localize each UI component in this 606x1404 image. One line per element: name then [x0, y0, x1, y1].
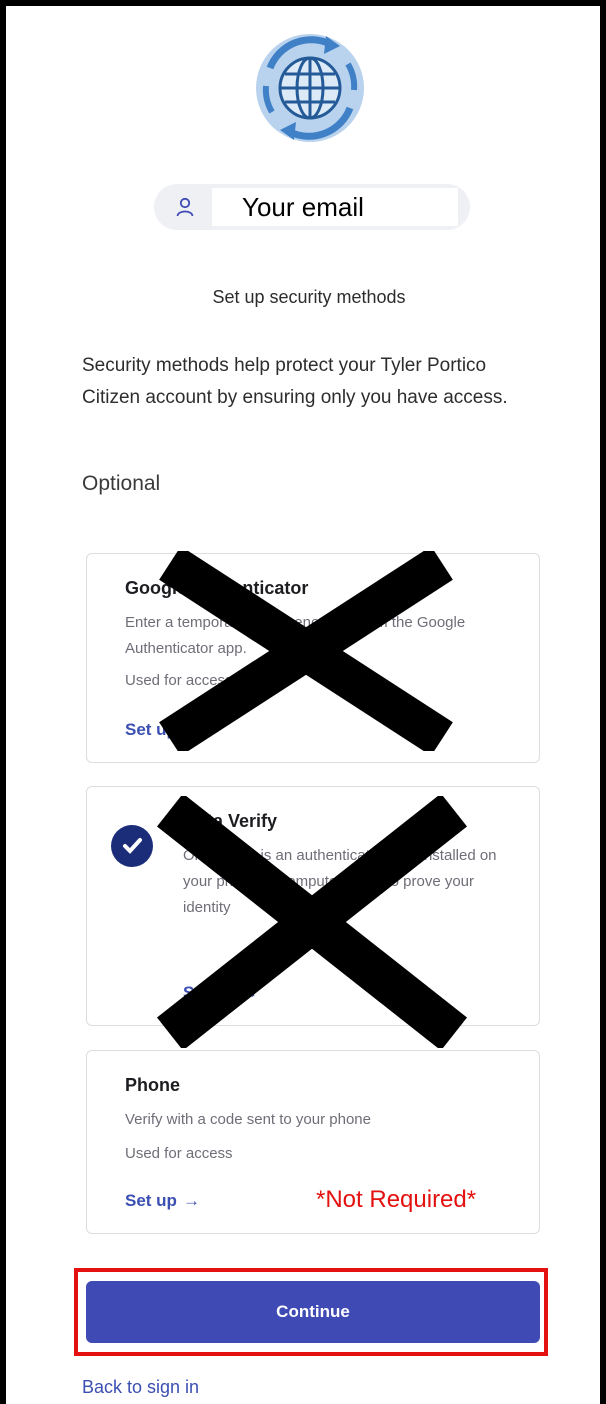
setup-link-phone[interactable]: Set up → [125, 1191, 200, 1211]
continue-button[interactable]: Continue [86, 1281, 540, 1343]
setup-link-okta-verify[interactable]: Set up → [183, 983, 258, 1003]
method-description: Verify with a code sent to your phone [125, 1111, 371, 1128]
arrow-right-icon: → [240, 983, 258, 1002]
setup-label: Set up [125, 720, 177, 739]
optional-label: Optional [82, 472, 161, 495]
not-required-annotation: *Not Required* [316, 1186, 477, 1213]
method-usage: Used for access [125, 672, 233, 689]
method-title: Phone [125, 1075, 181, 1095]
method-title: Google Authenticator [125, 578, 309, 598]
page-frame: Your email Set up security methods Secur… [0, 0, 606, 1404]
setup-label: Set up [183, 983, 235, 1002]
user-icon [176, 197, 194, 217]
back-to-sign-in-link[interactable]: Back to sign in [82, 1377, 199, 1398]
email-pill: Your email [154, 184, 470, 230]
arrow-right-icon: → [182, 720, 200, 739]
setup-link-google-authenticator[interactable]: Set up → [125, 720, 200, 740]
page-description: Security methods help protect your Tyler… [82, 355, 508, 408]
method-description: Enter a temporary code generated from th… [125, 614, 466, 657]
page-title: Set up security methods [212, 287, 406, 307]
check-mark-icon [123, 838, 142, 854]
check-circle-icon [111, 825, 153, 867]
method-description: Okta Verify is an authenticator app, ins… [183, 847, 497, 916]
method-card-okta-verify: Okta Verify Okta Verify is an authentica… [86, 786, 540, 1026]
method-usage: Used for access [125, 1145, 233, 1162]
globe-logo-icon [256, 34, 364, 142]
arrow-right-icon: → [182, 1191, 200, 1210]
setup-label: Set up [125, 1191, 177, 1210]
method-title: Okta Verify [183, 811, 278, 831]
method-card-google-authenticator: Google Authenticator Enter a temporary c… [86, 553, 540, 763]
email-display: Your email [212, 188, 458, 226]
